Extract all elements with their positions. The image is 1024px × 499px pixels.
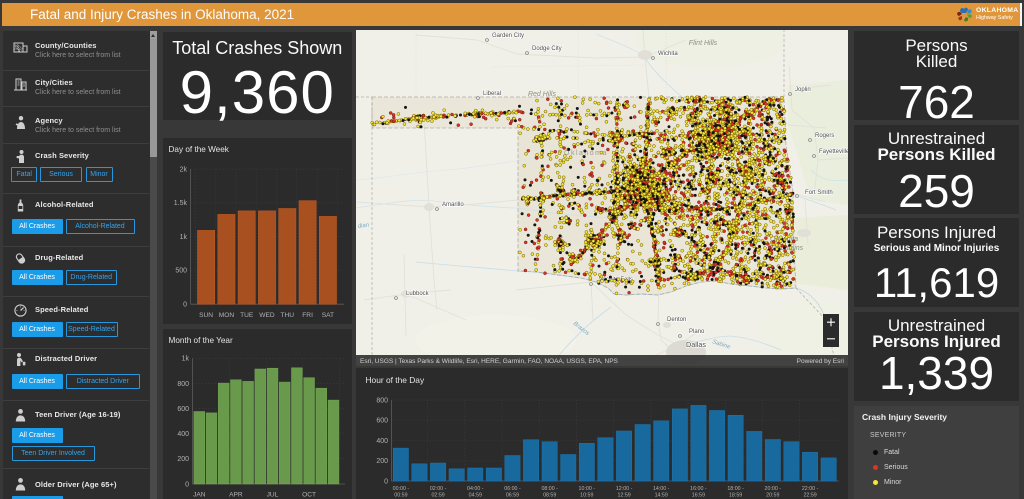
svg-text:Liberal: Liberal [483, 91, 501, 97]
svg-text:1.5k: 1.5k [174, 200, 188, 207]
svg-text:Denton: Denton [667, 317, 686, 323]
svg-text:Dallas: Dallas [686, 340, 706, 349]
svg-text:FRI: FRI [302, 312, 313, 319]
svg-text:Amarillo: Amarillo [442, 202, 464, 208]
svg-text:1k: 1k [180, 233, 188, 240]
svg-text:800: 800 [177, 381, 189, 388]
svg-text:0: 0 [185, 481, 189, 488]
svg-text:OCT: OCT [302, 492, 316, 499]
svg-text:Day of the Week: Day of the Week [169, 145, 230, 154]
svg-text:Dodge City: Dodge City [532, 46, 562, 52]
svg-text:400: 400 [177, 431, 189, 438]
svg-text:SAT: SAT [322, 312, 334, 319]
svg-text:THU: THU [281, 312, 295, 319]
svg-text:0: 0 [183, 301, 187, 308]
svg-text:TUE: TUE [240, 312, 254, 319]
svg-text:600: 600 [177, 406, 189, 413]
svg-text:Rogers: Rogers [815, 133, 834, 139]
svg-text:2k: 2k [180, 166, 188, 173]
svg-text:JAN: JAN [193, 492, 206, 499]
svg-text:Red Hills: Red Hills [528, 91, 557, 98]
svg-text:APR: APR [229, 492, 243, 499]
svg-text:Fayetteville: Fayetteville [819, 149, 848, 155]
svg-text:Garden City: Garden City [492, 33, 524, 39]
svg-text:JUL: JUL [267, 492, 279, 499]
svg-text:Fort Smith: Fort Smith [805, 190, 833, 196]
svg-text:Plano: Plano [689, 329, 705, 335]
svg-text:Wichita: Wichita [658, 51, 678, 57]
svg-text:500: 500 [175, 267, 187, 274]
svg-text:1k: 1k [182, 356, 190, 363]
svg-text:Flint Hills: Flint Hills [689, 40, 718, 47]
svg-text:200: 200 [177, 456, 189, 463]
svg-text:WED: WED [259, 312, 275, 319]
svg-text:MON: MON [219, 312, 235, 319]
svg-text:Lubbock: Lubbock [406, 291, 430, 297]
svg-text:SUN: SUN [199, 312, 213, 319]
svg-text:Joplin: Joplin [795, 87, 811, 93]
svg-text:Month of the Year: Month of the Year [169, 336, 233, 345]
